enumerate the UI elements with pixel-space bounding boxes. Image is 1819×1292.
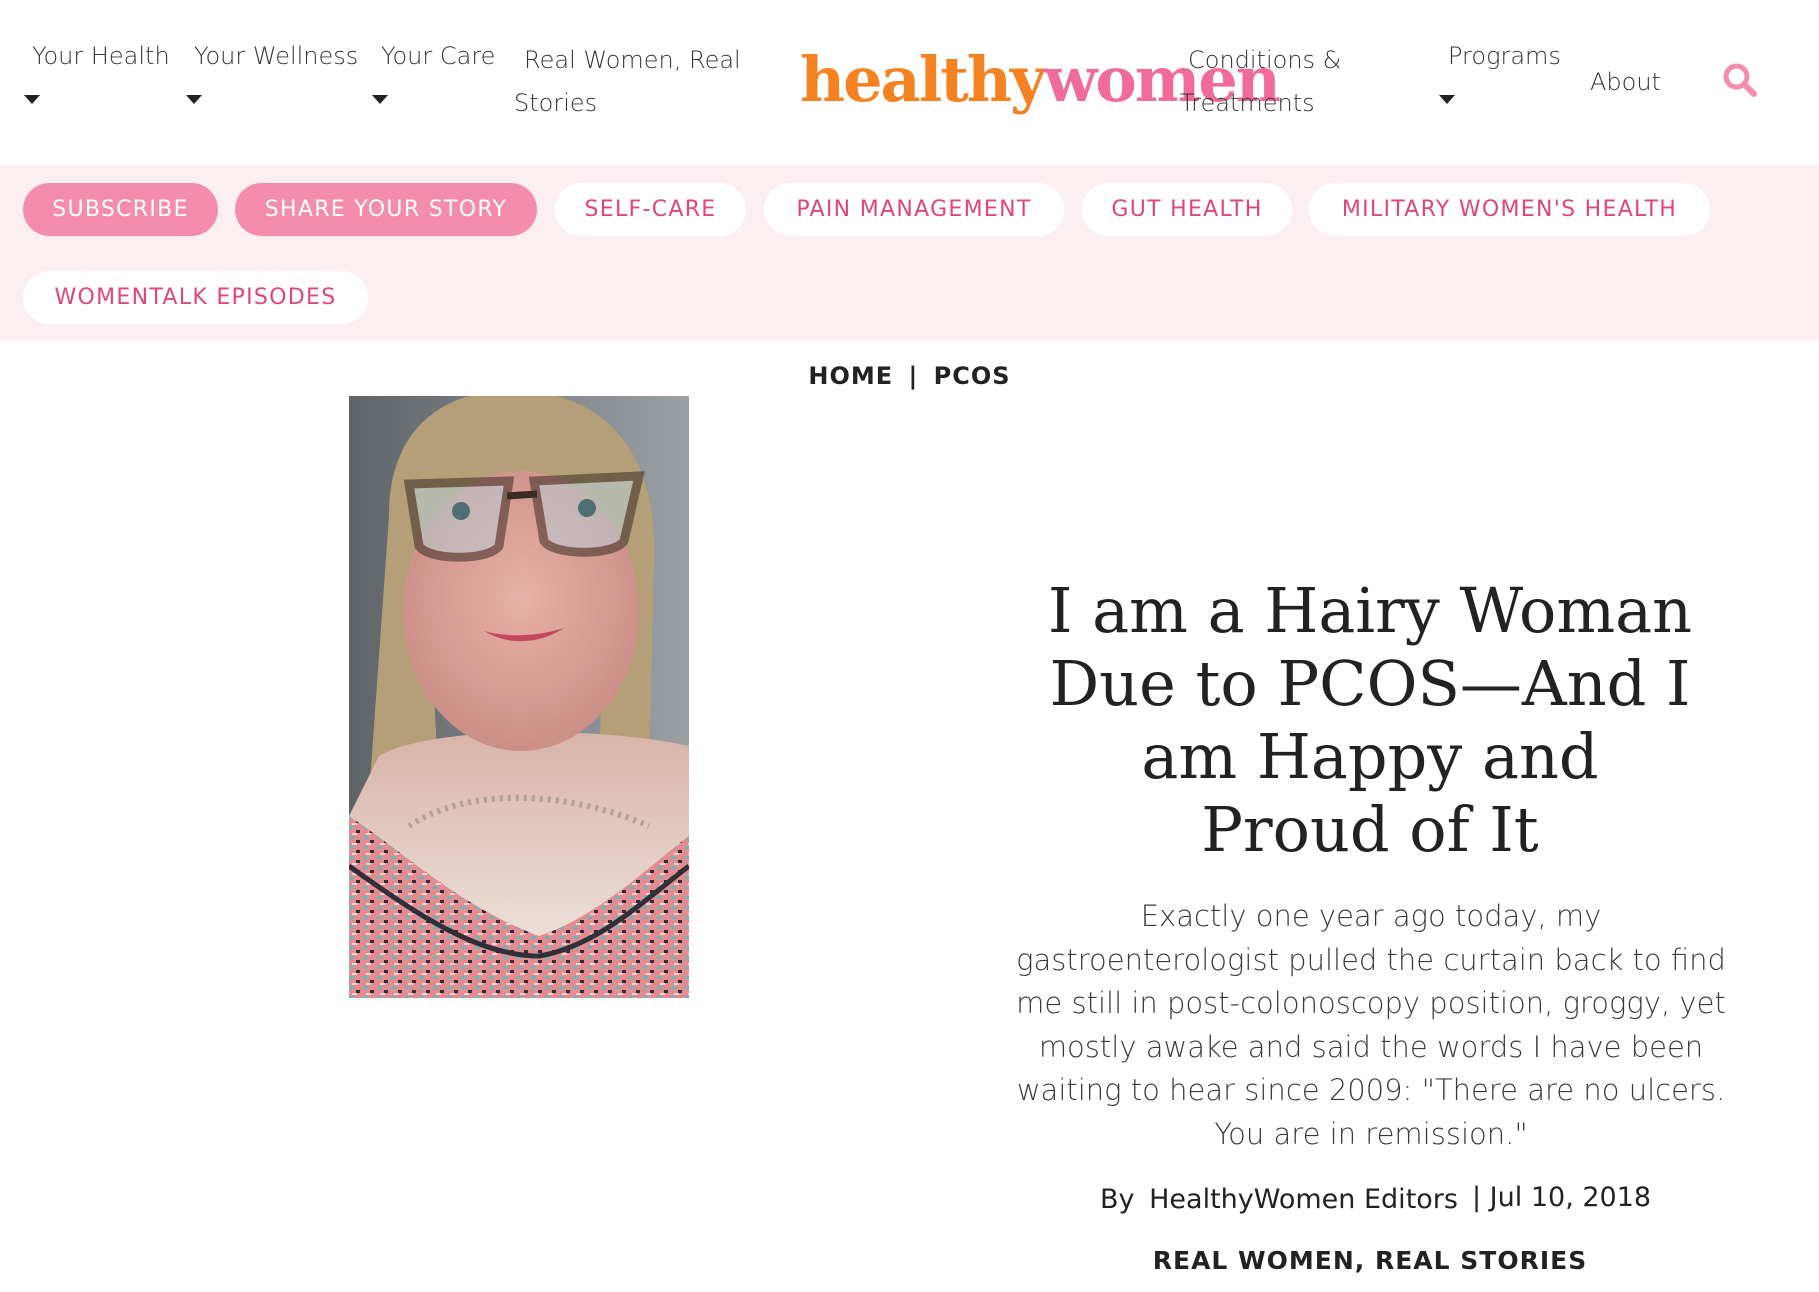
topic-pill-bar: SUBSCRIBE SHARE YOUR STORY SELF-CARE PAI… <box>0 165 1819 341</box>
nav-programs[interactable]: Programs <box>1448 35 1561 78</box>
pill-womentalk-episodes[interactable]: WOMENTALK EPISODES <box>23 271 368 324</box>
nav-your-wellness-label[interactable]: Your Wellness <box>194 35 358 78</box>
nav-real-women-line2[interactable]: Stories <box>514 82 741 125</box>
byline-prefix: By <box>1100 1184 1135 1215</box>
subscribe-button[interactable]: SUBSCRIBE <box>23 183 218 236</box>
publish-date: | Jul 10, 2018 <box>1472 1182 1652 1213</box>
nav-conditions-line1[interactable]: Conditions & <box>1180 39 1341 82</box>
article-dek: Exactly one year ago today, my gastroent… <box>1016 899 1726 1151</box>
article-photo-illustration <box>349 396 689 998</box>
pill-self-care[interactable]: SELF-CARE <box>555 183 746 236</box>
breadcrumb-home[interactable]: HOME <box>808 358 893 394</box>
nav-your-health-label[interactable]: Your Health <box>32 35 170 78</box>
chevron-down-icon[interactable] <box>186 95 202 104</box>
chevron-down-icon[interactable] <box>372 95 388 104</box>
nav-real-women[interactable]: Real Women, Real Stories <box>514 39 741 125</box>
byline: By HealthyWomen Editors <box>1100 1180 1458 1220</box>
article-hero-photo <box>349 396 689 998</box>
nav-real-women-line1[interactable]: Real Women, Real <box>514 39 741 82</box>
nav-your-health[interactable]: Your Health <box>32 35 170 78</box>
logo-healthy[interactable]: healthy <box>800 43 1046 116</box>
pill-gut-health[interactable]: GUT HEALTH <box>1082 183 1292 236</box>
nav-your-care-label[interactable]: Your Care <box>381 35 495 78</box>
nav-about[interactable]: About <box>1590 61 1661 104</box>
breadcrumb: HOME | PCOS <box>0 358 1819 394</box>
nav-about-label[interactable]: About <box>1590 61 1661 104</box>
site-header: Your Health Your Wellness Your Care Real… <box>0 0 1819 165</box>
chevron-down-icon[interactable] <box>24 95 40 104</box>
author-link[interactable]: HealthyWomen Editors <box>1149 1184 1458 1215</box>
nav-your-care[interactable]: Your Care <box>381 35 495 78</box>
pill-military-womens-health[interactable]: MILITARY WOMEN'S HEALTH <box>1309 183 1710 236</box>
chevron-down-icon[interactable] <box>1439 95 1455 104</box>
breadcrumb-pcos[interactable]: PCOS <box>934 358 1011 394</box>
nav-your-wellness[interactable]: Your Wellness <box>194 35 358 78</box>
nav-conditions-line2[interactable]: Treatments <box>1180 82 1341 125</box>
nav-conditions[interactable]: Conditions & Treatments <box>1180 39 1341 125</box>
nav-programs-label[interactable]: Programs <box>1448 35 1561 78</box>
article-title: I am a Hairy Woman Due to PCOS—And I am … <box>1047 574 1693 866</box>
pill-pain-management[interactable]: PAIN MANAGEMENT <box>764 183 1064 236</box>
breadcrumb-separator: | <box>908 362 919 390</box>
share-your-story-button[interactable]: SHARE YOUR STORY <box>235 183 537 236</box>
article-category[interactable]: REAL WOMEN, REAL STORIES <box>0 1243 1819 1279</box>
search-icon[interactable] <box>1722 62 1758 98</box>
